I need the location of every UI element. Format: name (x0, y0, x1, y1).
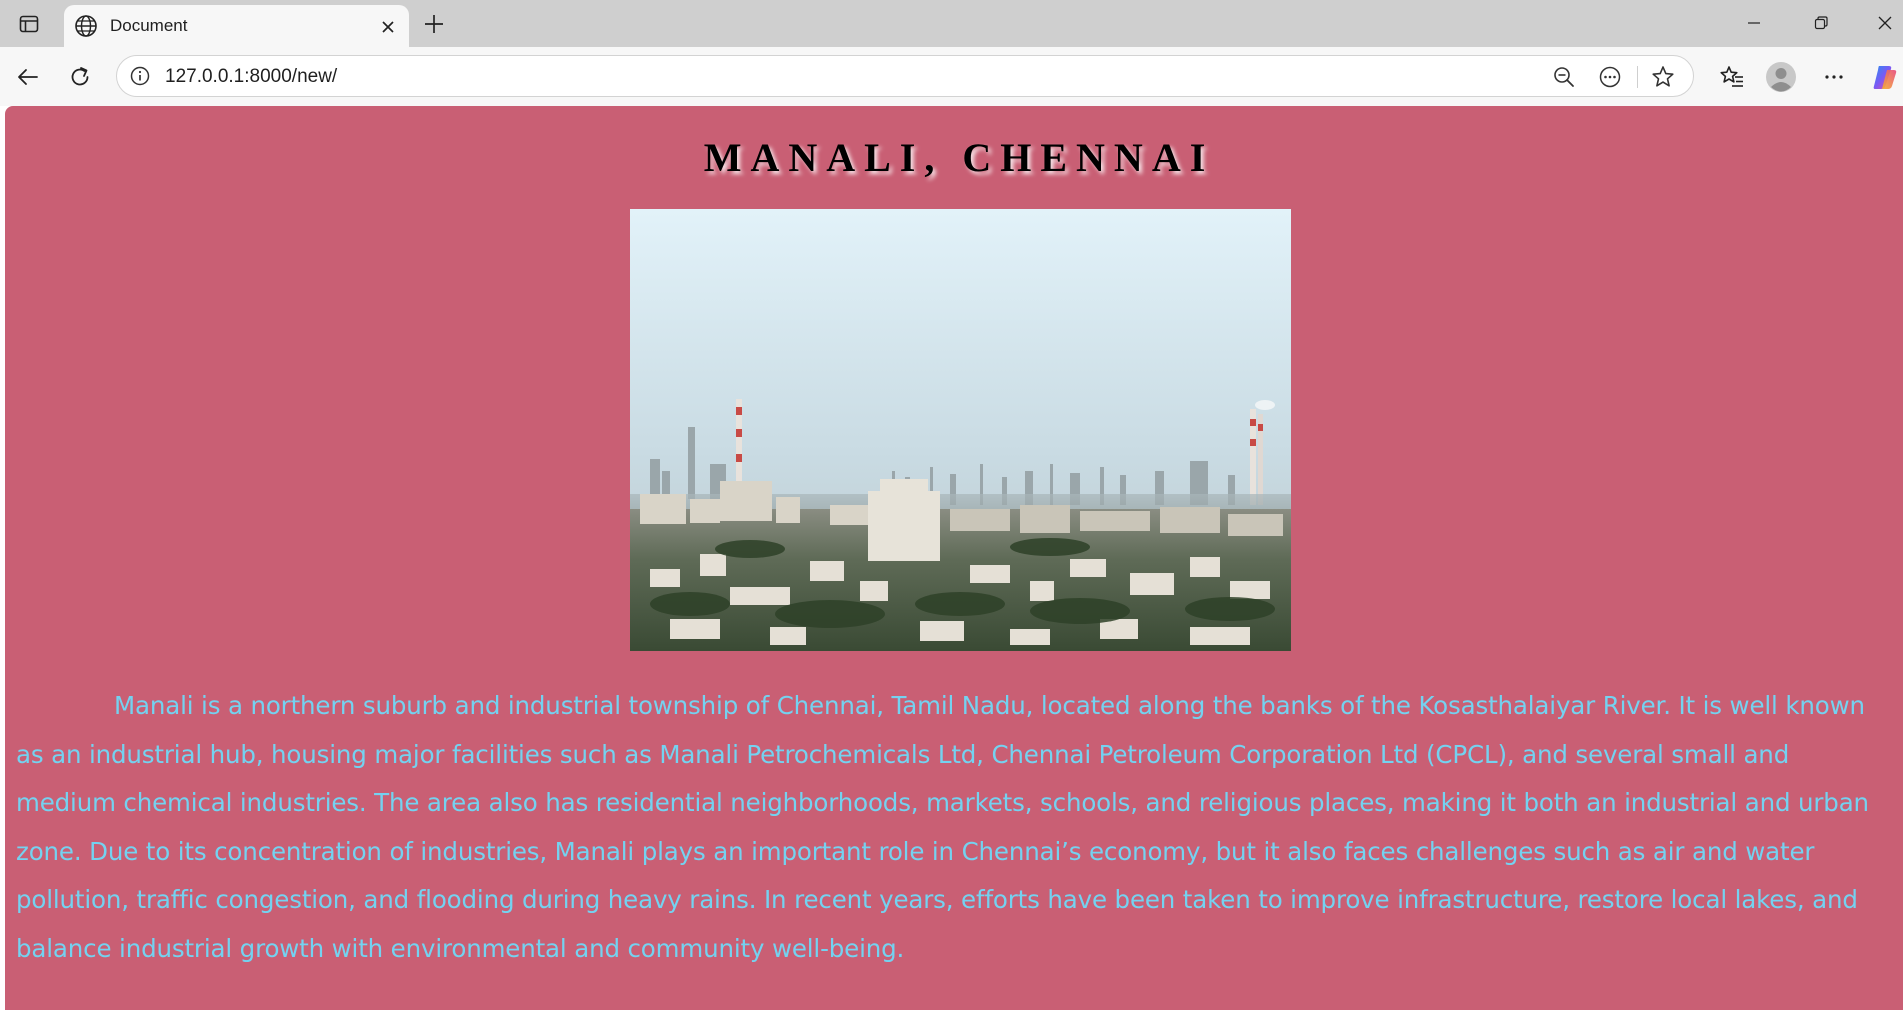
city-skyline-image (630, 209, 1291, 651)
page-viewport: MANALI, CHENNAI Manali is a northern sub… (5, 106, 1903, 1010)
copilot-icon[interactable] (1868, 60, 1902, 94)
globe-icon (73, 13, 99, 39)
close-window-icon[interactable] (1862, 6, 1903, 40)
add-favorite-star-icon[interactable] (1650, 64, 1676, 90)
favorites-icon[interactable] (1715, 60, 1749, 94)
site-info-icon[interactable] (129, 65, 151, 87)
url-text[interactable]: 127.0.0.1:8000/new/ (165, 66, 337, 88)
more-page-actions-icon[interactable] (1597, 64, 1623, 90)
close-tab-icon[interactable] (375, 14, 401, 40)
browser-toolbar: 127.0.0.1:8000/new/ (0, 47, 1903, 106)
tab-strip: Document (0, 0, 1903, 47)
article-paragraph: Manali is a northern suburb and industri… (16, 691, 1869, 963)
new-tab-icon[interactable] (418, 8, 450, 40)
page-heading: MANALI, CHENNAI (703, 135, 1215, 180)
active-tab[interactable]: Document (64, 5, 409, 47)
address-divider (1637, 66, 1638, 88)
tab-actions-icon[interactable] (12, 10, 46, 38)
address-bar[interactable]: 127.0.0.1:8000/new/ (116, 55, 1694, 97)
restore-icon[interactable] (1798, 6, 1844, 40)
profile-avatar-icon[interactable] (1764, 60, 1798, 94)
reload-icon[interactable] (63, 60, 97, 94)
tab-title: Document (110, 16, 188, 35)
minimize-icon[interactable] (1731, 6, 1777, 40)
back-arrow-icon[interactable] (11, 60, 45, 94)
zoom-out-icon[interactable] (1551, 64, 1577, 90)
settings-more-icon[interactable] (1817, 60, 1851, 94)
